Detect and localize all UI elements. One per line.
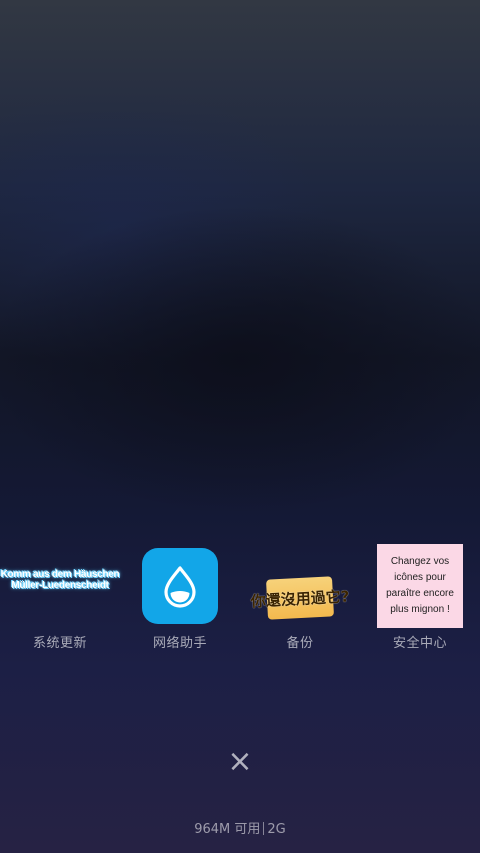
recent-app-security-center[interactable]: Changez vos icônes pour paraître encore … [370, 540, 470, 658]
separator [263, 822, 265, 835]
close-all-button[interactable]: × [220, 742, 260, 782]
recent-app-system-update[interactable]: Komm aus dem Häuschen Müller-Luedenschei… [1, 540, 120, 658]
backup-icon: 你還沒用過它? [250, 576, 350, 620]
sticker-line: paraître encore plus mignon ! [386, 588, 454, 615]
sticker-line: 你還沒用過它? [250, 586, 350, 611]
app-label: 系统更新 [32, 636, 87, 651]
app-label: 安全中心 [392, 636, 447, 651]
water-drop-icon [142, 548, 218, 624]
recent-app-backup[interactable]: 你還沒用過它? 备份 [250, 540, 350, 658]
sticker-line: Changez vos icônes pour [390, 556, 450, 583]
sticker-line: Müller-Luedenscheidt [11, 580, 109, 591]
app-label: 备份 [286, 636, 314, 651]
water-drop-glyph [164, 566, 196, 608]
app-label: 网络助手 [152, 636, 207, 651]
sticker-line: Komm aus dem Häuschen [0, 569, 120, 580]
memory-status: 964M 可用 2G [0, 818, 480, 837]
system-update-icon: Komm aus dem Häuschen Müller-Luedenschei… [1, 556, 120, 604]
memory-total: 2G [267, 822, 286, 837]
memory-available: 964M 可用 [194, 822, 261, 837]
close-icon: × [227, 744, 253, 779]
security-center-icon: Changez vos icônes pour paraître encore … [377, 544, 463, 628]
recent-app-network-assistant[interactable]: 网络助手 [130, 540, 230, 658]
